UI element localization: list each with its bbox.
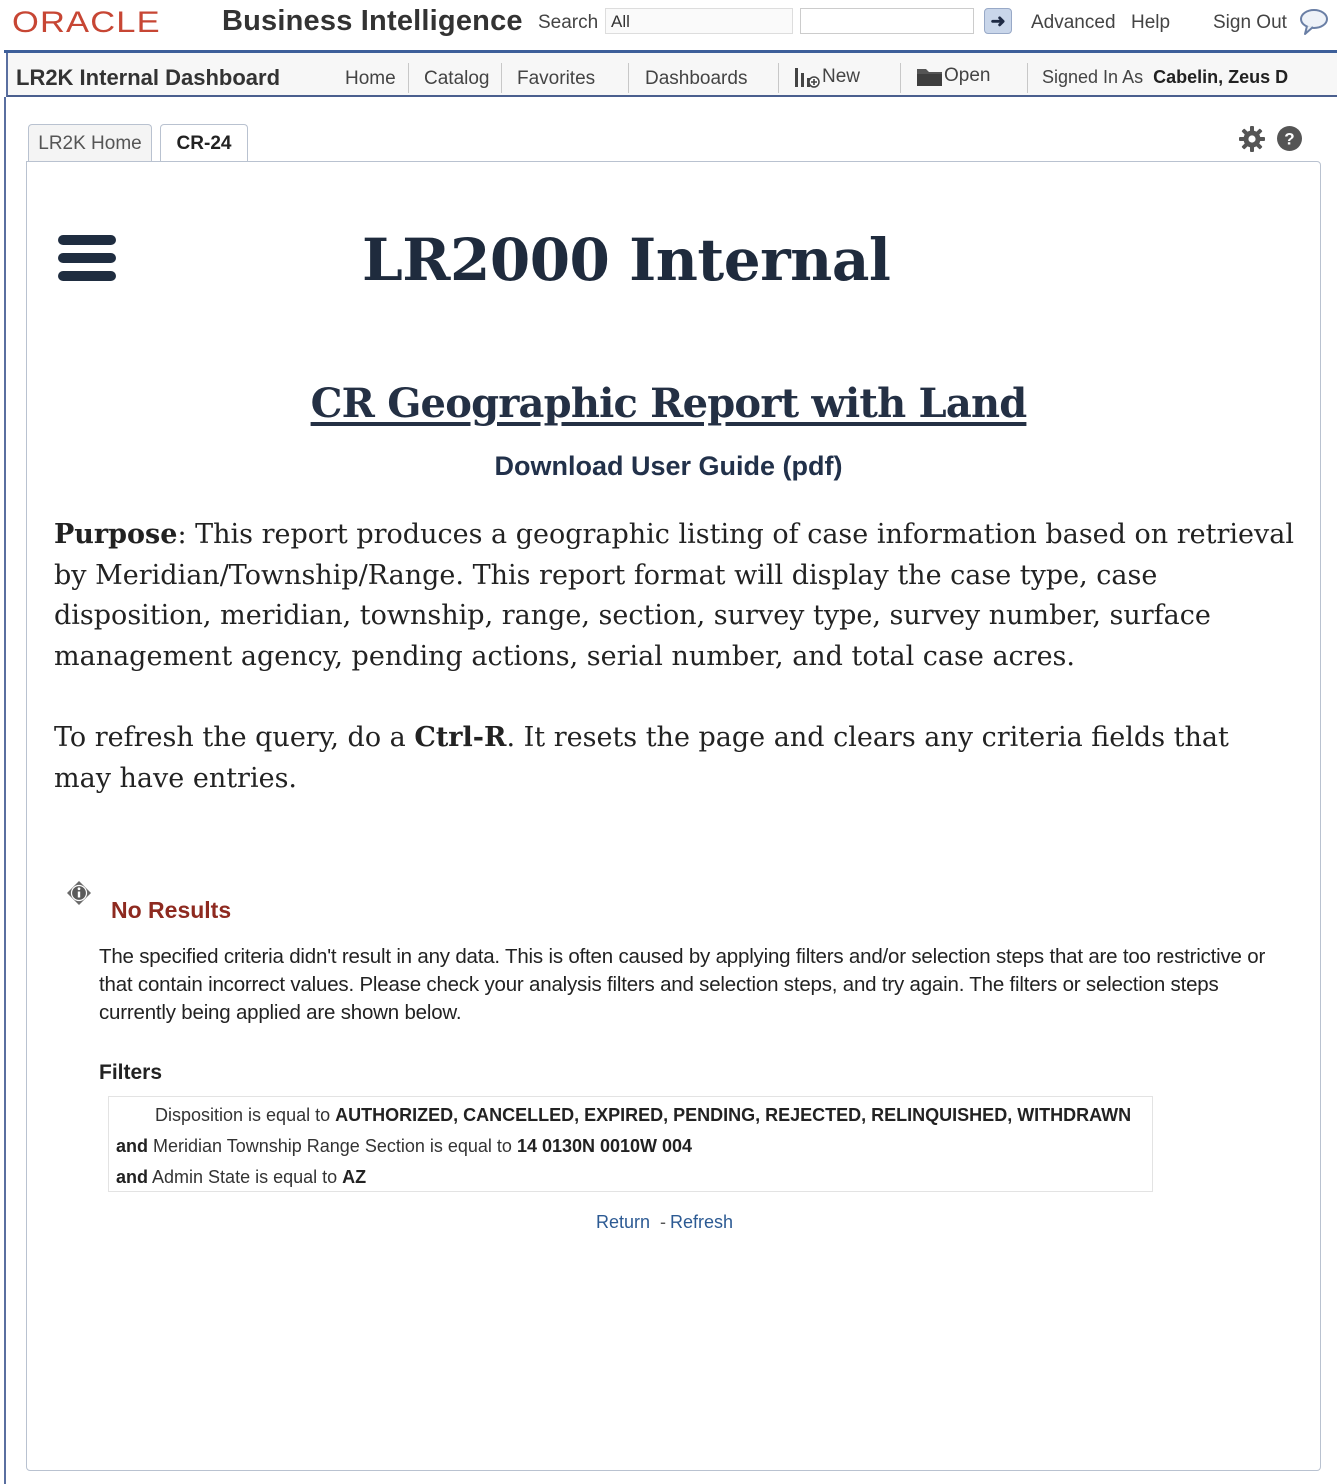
search-label: Search [538, 12, 599, 33]
purpose-text: : This report produces a geographic list… [54, 519, 1294, 672]
refresh-link[interactable]: Refresh [670, 1212, 733, 1232]
help-link[interactable]: Help [1131, 12, 1170, 34]
nav-separator [501, 63, 502, 93]
oracle-logo: ORACLE [12, 6, 161, 39]
tab-lr2k-home[interactable]: LR2K Home [28, 124, 152, 162]
search-go-icon: ➜ [990, 11, 1006, 31]
advanced-search-link[interactable]: Advanced [1031, 12, 1116, 34]
chat-bubble-icon[interactable] [1298, 6, 1330, 38]
nav-separator [408, 63, 409, 93]
gear-icon[interactable] [1238, 125, 1266, 153]
filters-heading: Filters [99, 1061, 163, 1084]
purpose-paragraph: Purpose: This report produces a geograph… [54, 515, 1294, 677]
filter-conjunction: and [116, 1167, 149, 1187]
nav-new[interactable]: New [794, 65, 860, 89]
filter-conjunction: and [116, 1136, 149, 1156]
nav-catalog[interactable]: Catalog [424, 68, 490, 90]
svg-text:?: ? [1284, 130, 1294, 149]
report-title-link[interactable]: CR Geographic Report with Land [0, 380, 1337, 427]
filter-field: Disposition is equal to [155, 1105, 331, 1125]
signed-in-user[interactable]: Cabelin, Zeus D [1153, 67, 1288, 87]
hamburger-menu-icon[interactable] [58, 235, 116, 281]
filter-row: Disposition is equal to AUTHORIZED, CANC… [155, 1105, 1131, 1126]
refresh-shortcut: Ctrl-R [414, 722, 507, 753]
filter-field: Admin State is equal to [152, 1167, 338, 1187]
new-chart-icon [795, 68, 820, 88]
global-header: ORACLE Business Intelligence Search All … [0, 0, 1337, 50]
nav-separator [628, 63, 629, 93]
filter-value: AUTHORIZED, CANCELLED, EXPIRED, PENDING,… [335, 1105, 1132, 1125]
filter-row: and Admin State is equal to AZ [116, 1167, 366, 1188]
result-actions: Return - Refresh [596, 1212, 733, 1233]
search-scope-select[interactable]: All [605, 8, 793, 34]
nav-favorites[interactable]: Favorites [517, 68, 595, 90]
link-separator: - [660, 1212, 667, 1232]
product-title: Business Intelligence [222, 5, 523, 37]
refresh-instructions: To refresh the query, do a Ctrl-R. It re… [54, 718, 1294, 799]
return-link[interactable]: Return [596, 1212, 650, 1232]
tab-cr-24[interactable]: CR-24 [160, 124, 248, 163]
filter-row: and Meridian Township Range Section is e… [116, 1136, 692, 1157]
no-results-message: The specified criteria didn't result in … [99, 945, 1266, 1024]
app-nav-bar: LR2K Internal Dashboard Home Catalog Fav… [6, 53, 1337, 97]
sign-out-link[interactable]: Sign Out [1213, 12, 1287, 34]
filter-field: Meridian Township Range Section is equal… [153, 1136, 512, 1156]
dashboard-content-panel [26, 161, 1321, 1471]
folder-open-icon [917, 69, 942, 86]
nav-home[interactable]: Home [345, 68, 396, 90]
signed-in-label: Signed In As [1042, 67, 1144, 87]
help-circle-icon[interactable]: ? [1276, 125, 1303, 152]
search-go-button[interactable]: ➜ [984, 8, 1012, 34]
download-user-guide-link[interactable]: Download User Guide (pdf) [0, 451, 1337, 482]
page-title: LR2000 Internal [362, 226, 891, 294]
refresh-pre-text: To refresh the query, do a [54, 722, 415, 753]
nav-open[interactable]: Open [916, 65, 990, 87]
info-icon [67, 881, 91, 905]
search-input[interactable] [800, 8, 974, 34]
signed-in-status: Signed In As Cabelin, Zeus D [1042, 67, 1288, 88]
nav-separator [900, 63, 901, 93]
nav-separator [778, 63, 779, 93]
filter-value: AZ [342, 1167, 367, 1187]
nav-dashboards[interactable]: Dashboards [645, 68, 747, 90]
nav-new-label: New [822, 66, 861, 88]
no-results-title: No Results [111, 897, 232, 923]
nav-open-label: Open [944, 65, 991, 87]
nav-separator [1027, 63, 1028, 93]
filter-value: 14 0130N 0010W 004 [516, 1136, 693, 1156]
dashboard-title: LR2K Internal Dashboard [16, 65, 281, 90]
purpose-label: Purpose [54, 519, 178, 550]
